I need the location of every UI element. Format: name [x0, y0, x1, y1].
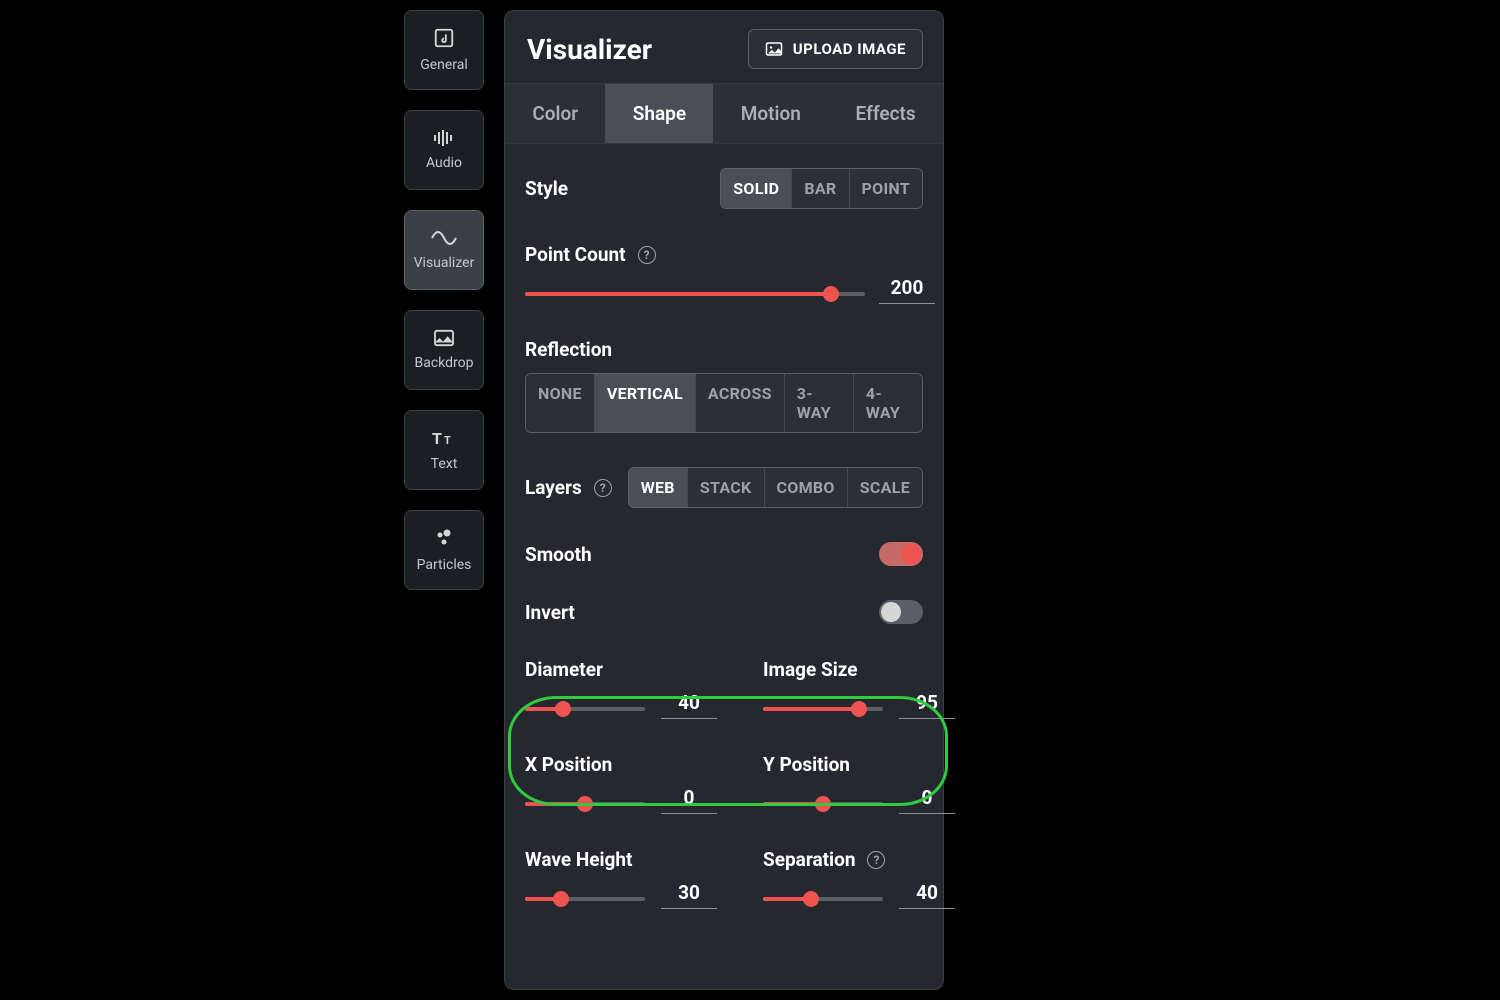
sidebar-item-label: Particles: [417, 557, 472, 573]
style-segmented: SOLID BAR POINT: [720, 168, 923, 209]
separation-value[interactable]: 40: [897, 881, 957, 904]
reflection-segmented: NONE VERTICAL ACROSS 3-WAY 4-WAY: [525, 373, 923, 433]
point-count-value[interactable]: 200: [877, 276, 937, 299]
tab-motion[interactable]: Motion: [713, 84, 828, 143]
image-icon: [433, 329, 455, 347]
layers-option-stack[interactable]: STACK: [687, 468, 764, 507]
upload-image-label: UPLOAD IMAGE: [793, 40, 906, 58]
x-position-label: X Position: [525, 753, 719, 776]
layers-option-scale[interactable]: SCALE: [847, 468, 922, 507]
layers-option-web[interactable]: WEB: [629, 468, 687, 507]
sine-wave-icon: [431, 229, 457, 247]
diameter-label: Diameter: [525, 658, 719, 681]
wave-height-slider[interactable]: [525, 889, 645, 909]
sidebar-item-general[interactable]: General: [404, 10, 484, 90]
x-position-slider[interactable]: [525, 794, 645, 814]
smooth-toggle[interactable]: [879, 542, 923, 566]
reflection-option-4way[interactable]: 4-WAY: [853, 374, 922, 432]
invert-toggle[interactable]: [879, 600, 923, 624]
settings-panel: Visualizer UPLOAD IMAGE Color Shape Moti…: [504, 10, 944, 990]
upload-image-button[interactable]: UPLOAD IMAGE: [748, 29, 923, 69]
y-position-label: Y Position: [763, 753, 957, 776]
layers-label: Layers: [525, 476, 582, 499]
style-option-solid[interactable]: SOLID: [721, 169, 791, 208]
svg-text:T: T: [432, 429, 442, 448]
point-count-label: Point Count: [525, 243, 626, 266]
reflection-option-none[interactable]: NONE: [526, 374, 594, 432]
help-icon[interactable]: ?: [867, 851, 885, 869]
separation-slider[interactable]: [763, 889, 883, 909]
help-icon[interactable]: ?: [594, 479, 612, 497]
sidebar-item-label: Audio: [426, 155, 462, 171]
diameter-slider[interactable]: [525, 699, 645, 719]
image-size-value[interactable]: 95: [897, 691, 957, 714]
style-option-point[interactable]: POINT: [849, 169, 923, 208]
reflection-option-vertical[interactable]: VERTICAL: [594, 374, 695, 432]
image-upload-icon: [765, 41, 783, 57]
tab-effects[interactable]: Effects: [828, 84, 943, 143]
sidebar-item-label: Visualizer: [414, 255, 475, 271]
reflection-label: Reflection: [525, 338, 923, 361]
reflection-option-across[interactable]: ACROSS: [695, 374, 784, 432]
sidebar-item-audio[interactable]: Audio: [404, 110, 484, 190]
style-option-bar[interactable]: BAR: [791, 169, 848, 208]
sidebar-item-label: Text: [431, 456, 458, 472]
panel-title: Visualizer: [527, 33, 652, 66]
point-count-slider[interactable]: [525, 284, 865, 304]
image-size-label: Image Size: [763, 658, 957, 681]
sidebar-item-label: General: [420, 57, 468, 73]
reflection-option-3way[interactable]: 3-WAY: [784, 374, 853, 432]
help-icon[interactable]: ?: [638, 246, 656, 264]
y-position-value[interactable]: 0: [897, 786, 957, 809]
smooth-label: Smooth: [525, 543, 592, 566]
diameter-value[interactable]: 40: [659, 691, 719, 714]
tab-shape[interactable]: Shape: [605, 84, 713, 143]
text-icon: TT: [432, 428, 456, 448]
tabs: Color Shape Motion Effects: [505, 83, 943, 144]
sidebar-item-particles[interactable]: Particles: [404, 510, 484, 590]
svg-text:T: T: [444, 434, 451, 447]
invert-label: Invert: [525, 601, 575, 624]
sidebar-item-text[interactable]: TT Text: [404, 410, 484, 490]
audio-waveform-icon: [432, 129, 456, 147]
image-size-slider[interactable]: [763, 699, 883, 719]
sidebar-item-visualizer[interactable]: Visualizer: [404, 210, 484, 290]
wave-height-label: Wave Height: [525, 848, 719, 871]
sidebar: General Audio Visualizer Backdrop TT Tex…: [404, 10, 484, 590]
layers-option-combo[interactable]: COMBO: [764, 468, 847, 507]
wave-height-value[interactable]: 30: [659, 881, 719, 904]
style-label: Style: [525, 177, 568, 200]
particles-icon: [433, 527, 455, 549]
music-note-icon: [433, 27, 455, 49]
y-position-slider[interactable]: [763, 794, 883, 814]
sidebar-item-backdrop[interactable]: Backdrop: [404, 310, 484, 390]
layers-segmented: WEB STACK COMBO SCALE: [628, 467, 923, 508]
x-position-value[interactable]: 0: [659, 786, 719, 809]
sidebar-item-label: Backdrop: [415, 355, 474, 371]
tab-color[interactable]: Color: [505, 84, 605, 143]
separation-label: Separation: [763, 848, 855, 871]
